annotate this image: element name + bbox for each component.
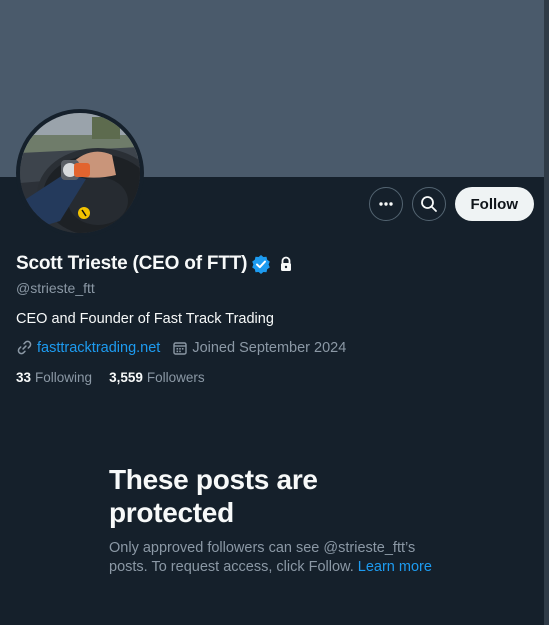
profile-page: Follow Scott Trieste (CEO of FTT) @strie…: [0, 0, 549, 625]
joined-date: Joined September 2024: [192, 339, 347, 356]
verified-badge-icon[interactable]: [251, 254, 271, 274]
profile-handle: @strieste_ftt: [16, 280, 95, 296]
protected-body: Only approved followers can see @striest…: [109, 539, 439, 577]
following-count: 33: [16, 370, 32, 385]
avatar-photo: [20, 113, 140, 233]
scrollbar-track[interactable]: [544, 0, 549, 625]
website-link[interactable]: fasttracktrading.net: [37, 340, 160, 356]
protected-notice: These posts are protected Only approved …: [109, 463, 439, 577]
follow-button[interactable]: Follow: [454, 187, 534, 221]
following-label: Following: [35, 370, 93, 385]
lock-icon: [281, 256, 292, 271]
followers-link[interactable]: 3,559 Followers: [109, 370, 205, 385]
search-icon: [420, 196, 437, 212]
profile-bio: CEO and Founder of Fast Track Trading: [16, 311, 274, 327]
more-options-button[interactable]: [368, 187, 403, 221]
profile-name-row: Scott Trieste (CEO of FTT): [16, 253, 294, 275]
profile-stats: 33 Following 3,559 Followers: [16, 370, 222, 385]
more-horizontal-icon: [378, 202, 393, 206]
avatar[interactable]: [16, 109, 144, 237]
calendar-icon: [173, 341, 188, 355]
display-name: Scott Trieste (CEO of FTT): [16, 253, 248, 274]
protected-title: These posts are protected: [109, 464, 318, 528]
learn-more-link[interactable]: Learn more: [358, 559, 432, 575]
joined-item: Joined September 2024: [172, 340, 346, 356]
followers-count: 3,559: [109, 370, 143, 385]
search-profile-button[interactable]: [411, 187, 446, 221]
following-link[interactable]: 33 Following: [16, 370, 92, 385]
profile-actions: Follow: [368, 187, 534, 221]
link-icon: [17, 340, 32, 355]
profile-meta: fasttracktrading.net Joined September 20…: [16, 339, 358, 356]
website-item: fasttracktrading.net: [16, 339, 160, 356]
followers-label: Followers: [146, 370, 205, 385]
